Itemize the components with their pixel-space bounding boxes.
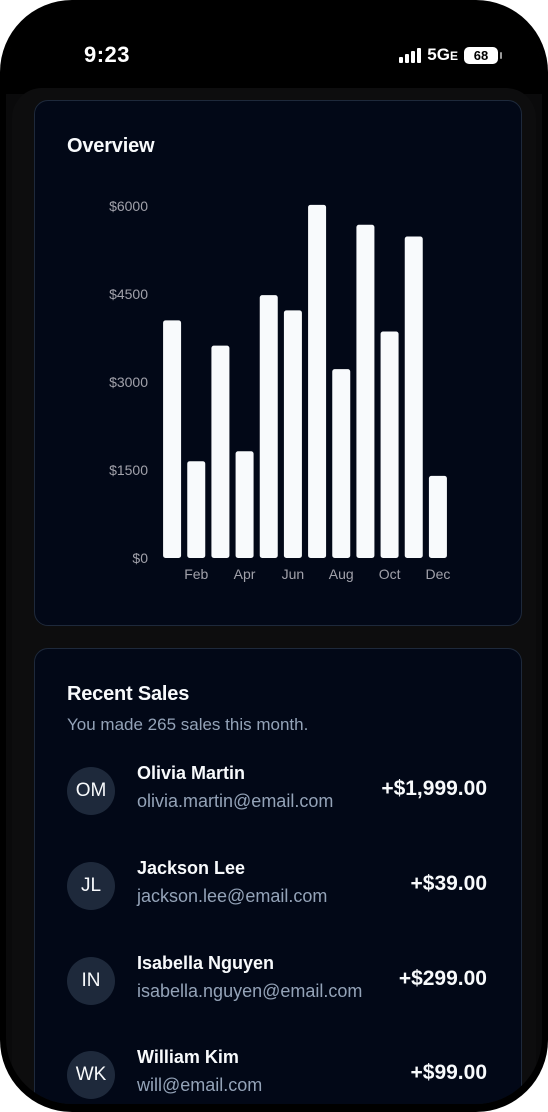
- phone-frame: 9:23 5GE 68 Overview $0 $1500 $3000 $4500 $6…: [0, 0, 548, 1112]
- sale-amount: +$299.00: [398, 967, 487, 990]
- avatar: IN: [67, 957, 115, 1005]
- x-tick-label: Oct: [379, 566, 401, 582]
- y-tick-label: $0: [132, 550, 148, 566]
- bar-jun[interactable]: [283, 310, 302, 558]
- sale-name: Olivia Martin: [137, 763, 246, 783]
- sale-row[interactable]: OM Olivia Martin olivia.martin@email.com…: [67, 761, 487, 821]
- y-tick-label: $1500: [109, 462, 148, 478]
- sale-row[interactable]: JL Jackson Lee jackson.lee@email.com +$3…: [67, 856, 487, 916]
- sale-email: isabella.nguyen@email.com: [137, 981, 363, 1001]
- y-tick-label: $6000: [109, 198, 148, 214]
- x-tick-label: Apr: [234, 566, 256, 582]
- bar-mar[interactable]: [211, 345, 230, 558]
- sale-name: William Kim: [137, 1047, 239, 1067]
- sale-amount: +$39.00: [410, 872, 488, 895]
- sale-name: Jackson Lee: [137, 858, 246, 878]
- signal-icon: [399, 47, 422, 63]
- sale-email: olivia.martin@email.com: [137, 791, 334, 811]
- sale-name: Isabella Nguyen: [137, 953, 275, 973]
- x-tick-label: Aug: [329, 566, 354, 582]
- avatar: JL: [67, 862, 115, 910]
- battery-icon: 68: [464, 46, 502, 64]
- status-indicators: 5GE 68: [399, 45, 502, 65]
- network-indicator: 5GE: [427, 45, 458, 64]
- overview-bar-chart: $0 $1500 $3000 $4500 $6000 Feb Apr Jun Aug Oct Dec: [109, 198, 450, 582]
- avatar: OM: [67, 767, 115, 815]
- recent-sales-subtitle: You made 265 sales this month.: [67, 715, 309, 734]
- bar-dec[interactable]: [428, 475, 447, 558]
- sale-email: jackson.lee@email.com: [137, 886, 328, 906]
- bar-sep[interactable]: [356, 224, 375, 559]
- recent-sales-title: Recent Sales: [67, 683, 190, 705]
- x-tick-label: Jun: [282, 566, 305, 582]
- bar-feb[interactable]: [187, 461, 206, 558]
- sale-email: will@email.com: [137, 1075, 263, 1095]
- bar-jan[interactable]: [163, 320, 182, 558]
- x-tick-label: Dec: [425, 566, 450, 582]
- sale-amount: +$1,999.00: [381, 777, 487, 800]
- bar-nov[interactable]: [404, 236, 423, 559]
- sale-row[interactable]: WK William Kim will@email.com +$99.00: [67, 1045, 487, 1104]
- overview-title: Overview: [67, 135, 155, 157]
- screen: 9:23 5GE 68 Overview $0 $1500 $3000 $4500 $6…: [6, 6, 542, 1104]
- x-tick-label: Feb: [184, 566, 208, 582]
- sale-amount: +$99.00: [410, 1061, 488, 1084]
- sale-row[interactable]: IN Isabella Nguyen isabella.nguyen@email…: [67, 951, 487, 1011]
- avatar: WK: [67, 1051, 115, 1099]
- recent-sales-card: Recent Sales You made 265 sales this mon…: [34, 648, 522, 1104]
- bar-apr[interactable]: [235, 451, 254, 558]
- y-tick-label: $4500: [109, 286, 148, 302]
- status-time: 9:23: [84, 42, 131, 67]
- bar-oct[interactable]: [380, 331, 399, 558]
- status-bar: 9:23 5GE 68: [6, 6, 542, 94]
- bar-may[interactable]: [259, 295, 278, 558]
- dashboard-content[interactable]: Overview $0 $1500 $3000 $4500 $6000 Feb Apr Jun…: [12, 88, 536, 1104]
- bar-jul[interactable]: [308, 204, 327, 558]
- overview-card: Overview $0 $1500 $3000 $4500 $6000 Feb Apr Jun…: [34, 100, 522, 626]
- y-tick-label: $3000: [109, 374, 148, 390]
- bar-aug[interactable]: [332, 369, 351, 558]
